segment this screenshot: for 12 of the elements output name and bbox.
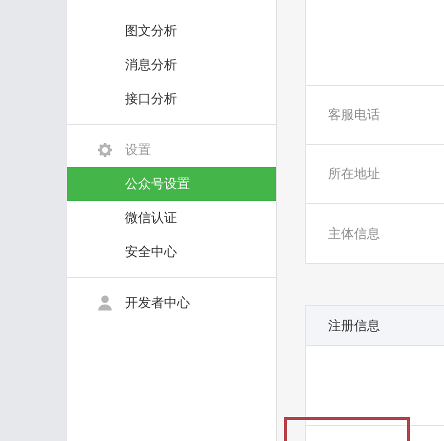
sidebar-item[interactable]: 微信认证	[67, 201, 276, 235]
sidebar-item[interactable]: 图文分析	[67, 14, 276, 48]
sidebar-group-title[interactable]: 开发者中心	[125, 293, 190, 313]
info-label: 主体信息	[328, 224, 380, 243]
gear-icon	[96, 141, 114, 159]
sidebar-item[interactable]: 接口分析	[67, 82, 276, 116]
person-icon	[96, 294, 114, 312]
info-label: 客服电话	[328, 106, 380, 124]
sidebar-item[interactable]: 消息分析	[67, 48, 276, 82]
registration-title: 注册信息	[328, 316, 380, 335]
sidebar-item[interactable]: 安全中心	[67, 235, 276, 269]
info-label: 所在地址	[328, 165, 380, 184]
